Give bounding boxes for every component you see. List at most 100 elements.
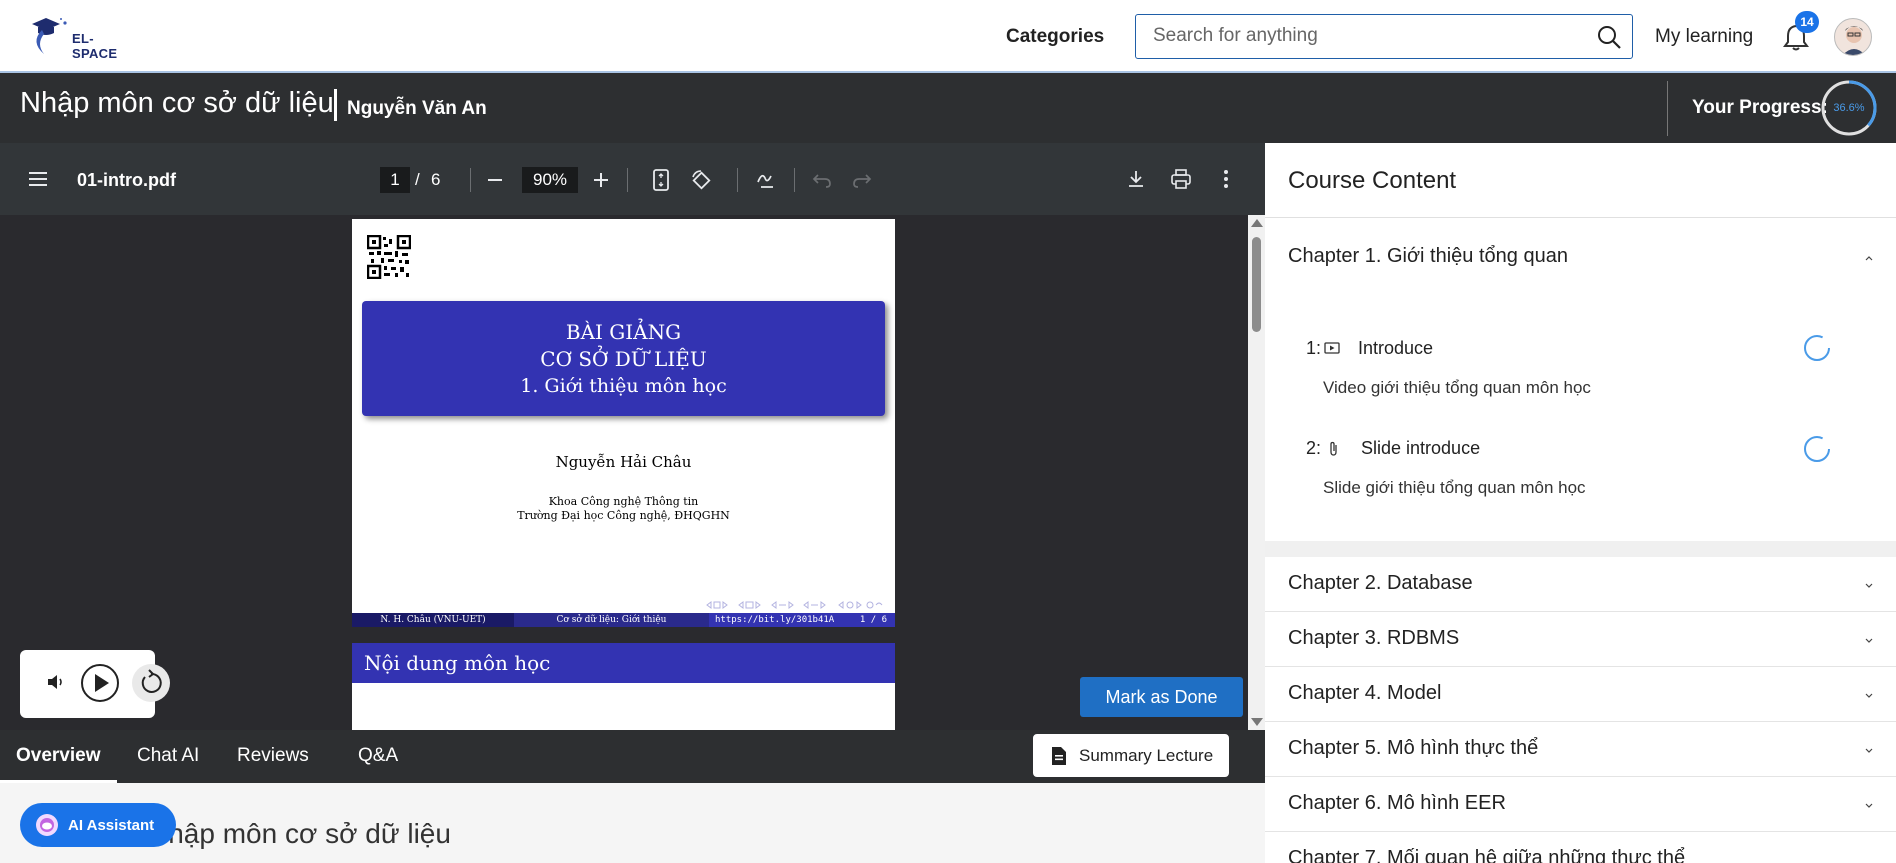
course-content-sidebar: Course Content Chapter 1. Giới thiệu tổn… xyxy=(1265,143,1896,863)
footer-right: https://bit.ly/301b41A 1 / 6 xyxy=(709,613,895,627)
el-space-logo[interactable]: EL-SPACE xyxy=(28,14,128,61)
footer-page: 1 / 6 xyxy=(859,615,887,625)
video-icon xyxy=(1324,342,1340,354)
chapter-item[interactable]: Chapter 3. RDBMS xyxy=(1265,612,1896,667)
chevron-down-icon[interactable] xyxy=(1864,745,1874,755)
redo-icon[interactable] xyxy=(852,171,872,189)
progress-value: 36.6% xyxy=(1833,102,1865,114)
mark-as-done-button[interactable]: Mark as Done xyxy=(1080,677,1243,717)
slide-title-line1: BÀI GIẢNG xyxy=(565,320,682,344)
overview-course-title: Nhập môn cơ sở dữ liệu xyxy=(148,818,451,849)
slide-footer: N. H. Châu (VNU-UET) Cơ sở dữ liệu: Giới… xyxy=(352,613,895,627)
paperclip-icon xyxy=(1330,441,1337,456)
search-icon[interactable] xyxy=(1596,24,1622,50)
chevron-down-icon[interactable] xyxy=(1864,800,1874,810)
avatar[interactable] xyxy=(1834,18,1872,56)
replay-button[interactable] xyxy=(132,664,170,702)
rotate-icon[interactable] xyxy=(690,169,712,191)
chapter-title: Chapter 3. RDBMS xyxy=(1288,627,1460,649)
undo-icon[interactable] xyxy=(812,171,832,189)
audio-player xyxy=(20,650,170,718)
tab-chat-ai[interactable]: Chat AI xyxy=(137,745,199,767)
search-input[interactable] xyxy=(1153,23,1573,49)
zoom-out-icon[interactable] xyxy=(486,171,504,189)
tab-qa[interactable]: Q&A xyxy=(358,745,398,767)
search-box[interactable] xyxy=(1135,14,1633,59)
lesson-1-title[interactable]: Introduce xyxy=(1358,338,1433,359)
slide-institution-1: Khoa Công nghệ Thông tin xyxy=(548,495,699,508)
pdf-scrollbar[interactable] xyxy=(1248,215,1265,730)
my-learning-link[interactable]: My learning xyxy=(1655,26,1753,48)
title-divider xyxy=(334,89,337,121)
page-number-input[interactable]: 1 xyxy=(380,167,410,193)
summary-lecture-label: Summary Lecture xyxy=(1079,746,1214,765)
chapter-item[interactable]: Chapter 5. Mô hình thực thể xyxy=(1265,722,1896,777)
ai-assistant-label: AI Assistant xyxy=(68,817,155,834)
chapter-item[interactable]: Chapter 4. Model xyxy=(1265,667,1896,722)
progress-divider xyxy=(1667,81,1668,136)
pdf-page-1: BÀI GIẢNG CƠ SỞ DỮ LIỆU 1. Giới thiệu mô… xyxy=(352,219,895,627)
slide-author: Nguyễn Hải Châu xyxy=(555,453,692,471)
chapter-item[interactable]: Chapter 6. Mô hình EER xyxy=(1265,777,1896,832)
lesson-1-number: 1: xyxy=(1306,338,1322,358)
page-total: 6 xyxy=(431,170,441,189)
document-icon xyxy=(1052,747,1066,765)
chevron-down-icon[interactable] xyxy=(1864,580,1874,590)
notification-badge: 14 xyxy=(1795,11,1819,33)
logo-text: EL-SPACE xyxy=(72,31,118,61)
zoom-in-icon[interactable] xyxy=(592,171,610,189)
chapter-item[interactable]: Chapter 7. Mối quan hệ giữa những thực t… xyxy=(1265,832,1896,863)
toolbar-divider xyxy=(627,168,628,192)
menu-icon[interactable] xyxy=(28,169,48,189)
lesson-1-status-icon xyxy=(1804,335,1830,361)
scroll-up-icon[interactable] xyxy=(1251,219,1263,227)
slide-institution-2: Trường Đại học Công nghệ, ĐHQGHN xyxy=(517,509,730,522)
chapter-1-panel: Chapter 1. Giới thiệu tổng quan 1: Intro… xyxy=(1265,218,1896,541)
beamer-nav-icons xyxy=(706,601,883,609)
pdf-viewer: 01-intro.pdf 1 / 6 90% BÀI GIẢNG CƠ SỞ D… xyxy=(0,143,1265,730)
chapter-title: Chapter 2. Database xyxy=(1288,572,1473,594)
replay-icon xyxy=(141,669,162,693)
qr-code-icon xyxy=(367,235,411,279)
tab-overview[interactable]: Overview xyxy=(16,745,101,767)
footer-link[interactable]: https://bit.ly/301b41A xyxy=(715,613,834,627)
progress-label: Your Progress: xyxy=(1692,97,1828,118)
summary-lecture-button[interactable]: Summary Lecture xyxy=(1033,734,1229,777)
ai-assistant-button[interactable]: AI Assistant xyxy=(20,803,176,847)
chapter-title: Chapter 7. Mối quan hệ giữa những thực t… xyxy=(1288,847,1686,863)
chapter-item[interactable]: Chapter 2. Database xyxy=(1265,557,1896,612)
slide-title-line3: 1. Giới thiệu môn học xyxy=(520,375,727,397)
download-icon[interactable] xyxy=(1126,169,1146,189)
scroll-down-icon[interactable] xyxy=(1251,718,1263,726)
scrollbar-thumb[interactable] xyxy=(1252,237,1261,332)
toolbar-divider xyxy=(470,168,471,192)
toolbar-divider xyxy=(737,168,738,192)
slide-title-line2: CƠ SỞ DỮ LIỆU xyxy=(540,347,707,371)
lecture-tabs: Overview Chat AI Reviews Q&A Summary Lec… xyxy=(0,730,1265,783)
chevron-down-icon[interactable] xyxy=(1864,690,1874,700)
pdf-toolbar: 01-intro.pdf 1 / 6 90% xyxy=(0,143,1265,215)
lesson-2-title[interactable]: Slide introduce xyxy=(1361,438,1480,459)
pdf-filename: 01-intro.pdf xyxy=(77,170,176,190)
top-navbar: EL-SPACE Categories My learning 14 xyxy=(0,0,1896,73)
user-avatar-icon xyxy=(1842,26,1866,55)
chapter-1-title[interactable]: Chapter 1. Giới thiệu tổng quan xyxy=(1288,245,1568,268)
volume-icon[interactable] xyxy=(46,672,66,692)
more-vertical-icon[interactable] xyxy=(1220,169,1232,189)
chapter-title: Chapter 6. Mô hình EER xyxy=(1288,792,1506,814)
fit-page-icon[interactable] xyxy=(652,169,670,191)
categories-menu[interactable]: Categories xyxy=(1006,26,1104,48)
lesson-1-description: Video giới thiệu tổng quan môn học xyxy=(1323,378,1591,397)
zoom-level[interactable]: 90% xyxy=(522,167,578,193)
chapter-title: Chapter 4. Model xyxy=(1288,682,1442,704)
sidebar-header: Course Content xyxy=(1265,143,1896,218)
course-title: Nhập môn cơ sở dữ liệu xyxy=(20,87,334,119)
annotate-icon[interactable] xyxy=(756,170,776,190)
chevron-up-icon[interactable] xyxy=(1864,253,1874,263)
lesson-2-description: Slide giới thiệu tổng quan môn học xyxy=(1323,478,1586,497)
chevron-down-icon[interactable] xyxy=(1864,635,1874,645)
play-icon[interactable] xyxy=(80,663,120,703)
lesson-2-number: 2: xyxy=(1306,438,1322,458)
tab-reviews[interactable]: Reviews xyxy=(237,745,309,767)
print-icon[interactable] xyxy=(1170,169,1192,189)
